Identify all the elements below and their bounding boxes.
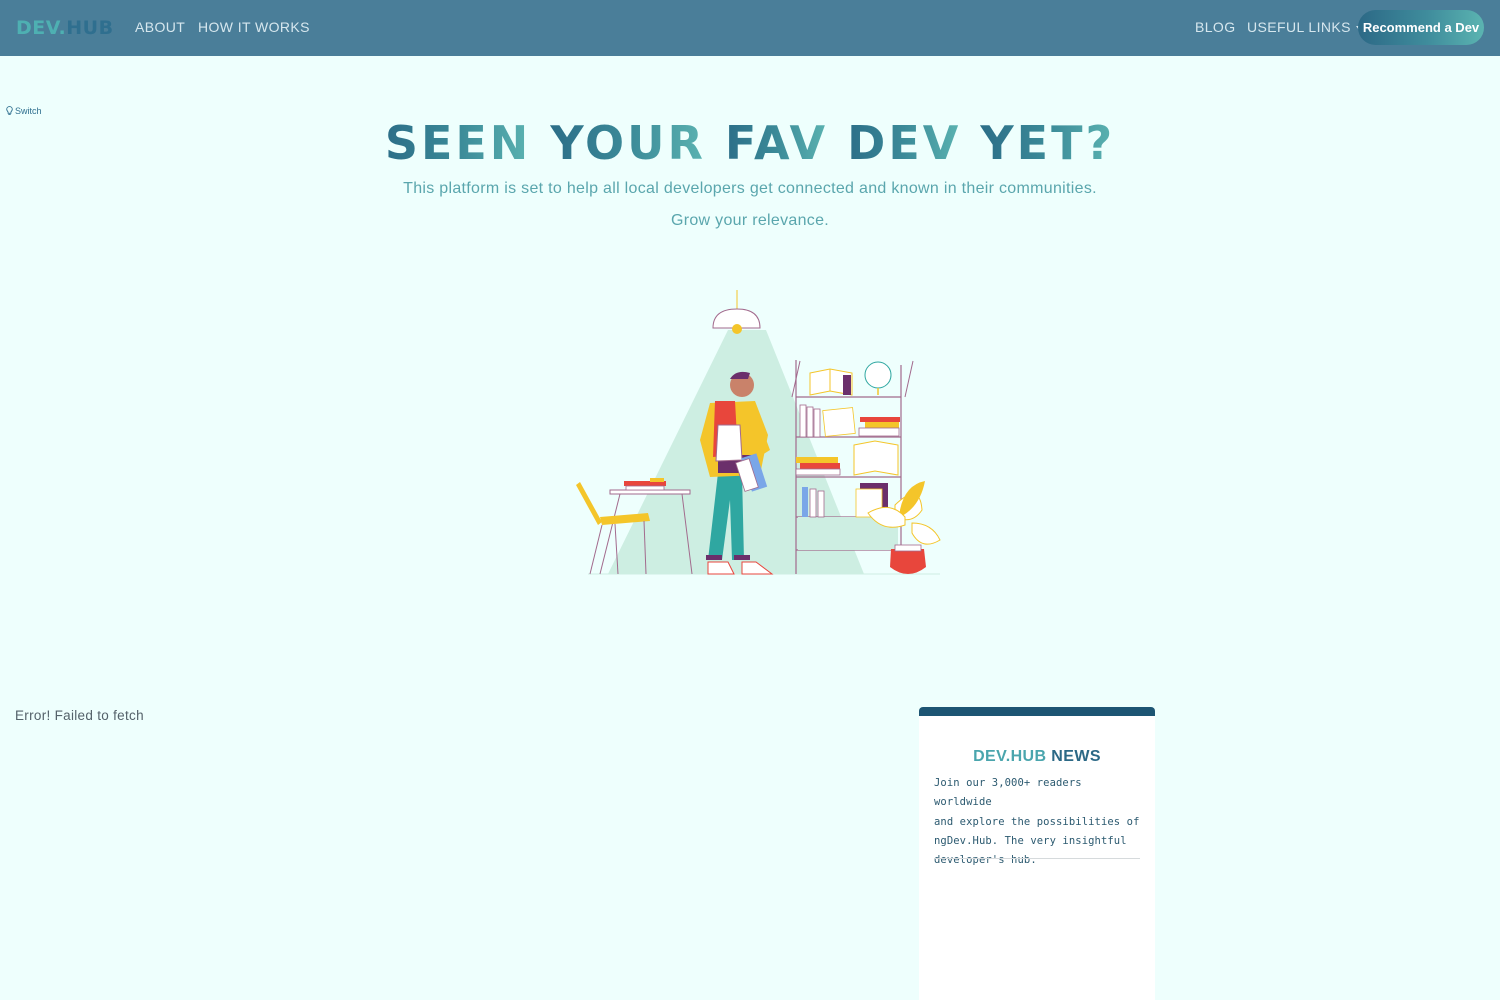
news-line: ngDev.Hub. The very insightful [934,834,1127,847]
hero-tagline: Grow your relevance. [670,212,830,229]
brand-part1: DEV. [16,17,67,39]
fetch-error-message: Error! Failed to fetch [15,708,144,723]
news-card: DEV.HUB NEWS Join our 3,000+ readers wor… [919,707,1155,1000]
recommend-dev-button[interactable]: Recommend a Dev [1358,10,1484,45]
news-line: developer's hub. [934,854,1037,867]
news-description: Join our 3,000+ readers worldwide and ex… [934,774,1140,870]
nav-blog[interactable]: BLOG [1195,19,1236,35]
nav-useful-links-label: USEFUL LINKS [1247,19,1351,35]
news-line: and explore the possibilities of [934,815,1140,828]
nav-how-it-works[interactable]: HOW IT WORKS [198,19,310,35]
hero-title: SEEN YOUR FAV DEV YET? [0,115,1500,171]
news-title-part2: NEWS [1051,748,1101,765]
hero-subtitle: This platform is set to help all local d… [403,180,1097,197]
hero-title-word: DEV [847,116,962,170]
developer-library-illustration [576,290,941,575]
nav-useful-links-dropdown[interactable]: USEFUL LINKS [1247,19,1362,35]
brand-logo[interactable]: DEV.HUB [16,16,114,40]
hero-title-word: FAV [724,116,829,170]
hero-title-word: YOUR [550,116,706,170]
news-title-part1: DEV.HUB [973,748,1047,765]
brand-part2: HUB [66,17,114,39]
news-title: DEV.HUB NEWS [919,747,1155,767]
hero-title-word: YET? [980,116,1116,170]
nav-about[interactable]: ABOUT [135,19,185,35]
news-divider [934,858,1140,859]
navbar: DEV.HUB ABOUT HOW IT WORKS BLOG USEFUL L… [0,0,1500,56]
hero-title-word: SEEN [384,116,532,170]
news-line: Join our 3,000+ readers worldwide [934,777,1082,809]
